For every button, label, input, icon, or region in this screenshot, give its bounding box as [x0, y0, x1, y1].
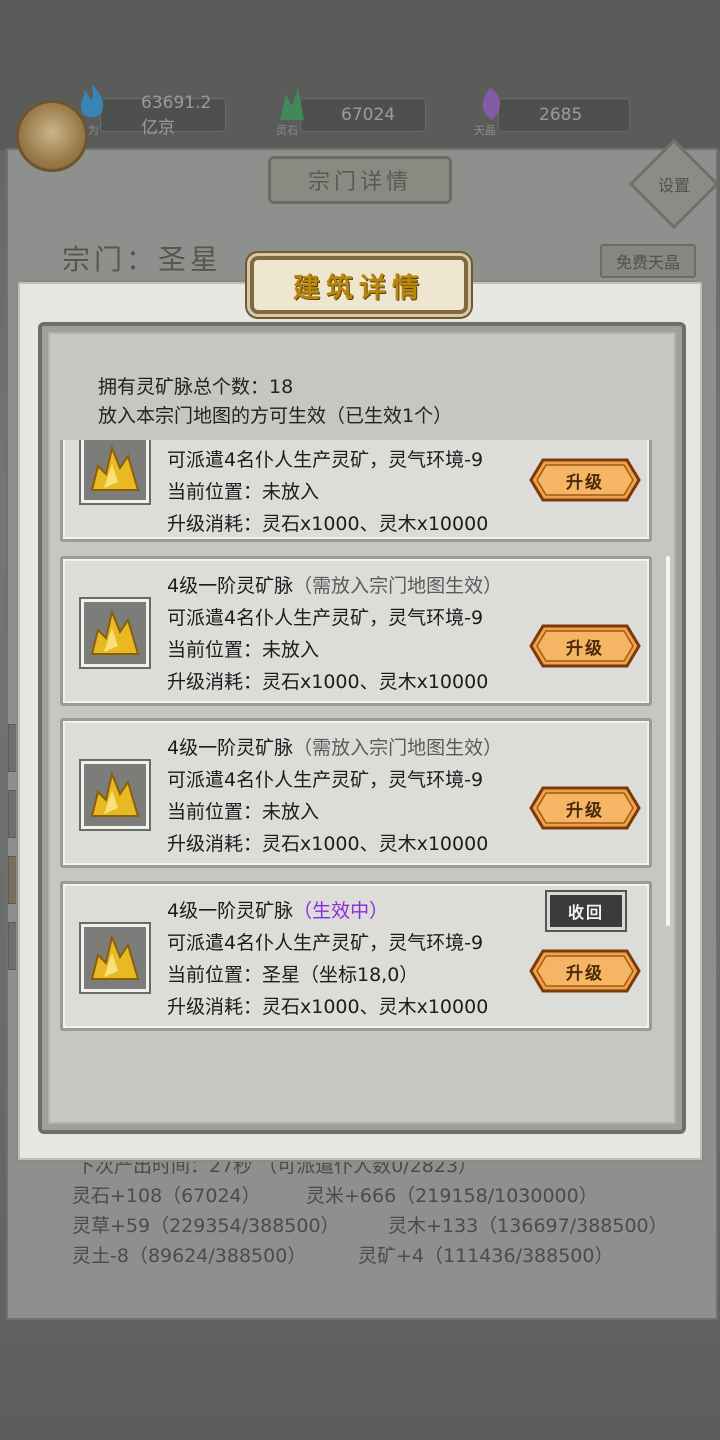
resource-sky-crystal-value: 2685	[539, 105, 583, 125]
card-name: 4级一阶灵矿脉	[167, 737, 294, 759]
resource-cultivation: 63691.2亿京	[100, 93, 226, 138]
resource-spirit-stone-label: 灵石	[276, 124, 298, 137]
free-crystal-button[interactable]: 免费天晶	[600, 244, 696, 278]
resource-cultivation-value: 63691.2亿京	[141, 92, 212, 138]
card-cost: 升级消耗：灵石x1000、灵木x10000	[167, 513, 489, 535]
output-ore: 灵矿+4（111436/388500）	[358, 1245, 614, 1267]
spirit-ore-icon	[81, 599, 149, 667]
card-location: 当前位置：未放入	[167, 801, 320, 823]
card-name: 4级一阶灵矿脉	[167, 900, 294, 922]
settings-label: 设置	[657, 176, 690, 195]
resource-spirit-stone: 67024	[300, 98, 426, 132]
spirit-stone-icon	[280, 88, 304, 120]
building-list[interactable]: 可派遣4名仆人生产灵矿，灵气环境-9 当前位置：未放入 升级消耗：灵石x1000…	[56, 440, 666, 1040]
resource-sky-crystal: 2685	[498, 98, 630, 132]
spirit-ore-icon	[81, 440, 149, 503]
card-desc: 可派遣4名仆人生产灵矿，灵气环境-9	[167, 607, 484, 629]
spirit-ore-icon	[81, 924, 149, 992]
card-status: （需放入宗门地图生效）	[293, 737, 503, 759]
output-stone: 灵石+108（67024）	[72, 1185, 261, 1207]
output-rice: 灵米+666（219158/1030000）	[306, 1185, 598, 1207]
card-status: （生效中）	[293, 900, 389, 922]
upgrade-button[interactable]: 升级	[529, 457, 641, 503]
spirit-ore-icon	[81, 761, 149, 829]
resource-sky-crystal-label: 天晶	[474, 124, 496, 137]
card-cost: 升级消耗：灵石x1000、灵木x10000	[167, 671, 489, 693]
list-item: 4级一阶灵矿脉（生效中） 收回 可派遣4名仆人生产灵矿，灵气环境-9 当前位置：…	[60, 881, 652, 1031]
effect-note: 放入本宗门地图的方可生效（已生效1个）	[98, 405, 453, 427]
resource-cultivation-label: 为	[88, 124, 99, 137]
upgrade-label: 升级	[566, 800, 604, 821]
card-cost: 升级消耗：灵石x1000、灵木x10000	[167, 833, 489, 855]
list-scrollbar[interactable]	[666, 556, 670, 926]
card-location: 当前位置：未放入	[167, 639, 320, 661]
list-item: 4级一阶灵矿脉（需放入宗门地图生效） 可派遣4名仆人生产灵矿，灵气环境-9 当前…	[60, 718, 652, 868]
upgrade-label: 升级	[566, 472, 604, 493]
card-desc: 可派遣4名仆人生产灵矿，灵气环境-9	[167, 449, 484, 471]
card-desc: 可派遣4名仆人生产灵矿，灵气环境-9	[167, 932, 484, 954]
player-avatar[interactable]	[16, 100, 88, 172]
sect-name: 宗门：圣星	[62, 243, 223, 276]
upgrade-label: 升级	[566, 963, 604, 984]
recall-button[interactable]: 收回	[547, 892, 625, 930]
card-status: （需放入宗门地图生效）	[293, 575, 503, 597]
output-wood: 灵木+133（136697/388500）	[388, 1215, 668, 1237]
card-title: 4级一阶灵矿脉（生效中）	[167, 896, 388, 923]
upgrade-button[interactable]: 升级	[529, 785, 641, 831]
output-herb: 灵草+59（229354/388500）	[72, 1215, 340, 1237]
output-soil: 灵土-8（89624/388500）	[72, 1245, 307, 1267]
sky-crystal-icon	[482, 88, 501, 120]
list-item: 可派遣4名仆人生产灵矿，灵气环境-9 当前位置：未放入 升级消耗：灵石x1000…	[60, 440, 652, 542]
card-cost: 升级消耗：灵石x1000、灵木x10000	[167, 996, 489, 1018]
dialog-title: 建筑详情	[250, 256, 468, 314]
card-title: 4级一阶灵矿脉（需放入宗门地图生效）	[167, 571, 502, 598]
card-title: 4级一阶灵矿脉（需放入宗门地图生效）	[167, 733, 502, 760]
card-desc: 可派遣4名仆人生产灵矿，灵气环境-9	[167, 769, 484, 791]
resource-spirit-stone-value: 67024	[341, 105, 396, 125]
card-name: 4级一阶灵矿脉	[167, 575, 294, 597]
section-title-plaque: 宗门详情	[268, 156, 452, 204]
upgrade-label: 升级	[566, 638, 604, 659]
card-location: 当前位置：圣星（坐标18,0）	[167, 964, 419, 986]
upgrade-button[interactable]: 升级	[529, 623, 641, 669]
total-veins-count: 拥有灵矿脉总个数：18	[98, 376, 294, 398]
list-item: 4级一阶灵矿脉（需放入宗门地图生效） 可派遣4名仆人生产灵矿，灵气环境-9 当前…	[60, 556, 652, 706]
upgrade-button[interactable]: 升级	[529, 948, 641, 994]
card-location: 当前位置：未放入	[167, 481, 320, 503]
